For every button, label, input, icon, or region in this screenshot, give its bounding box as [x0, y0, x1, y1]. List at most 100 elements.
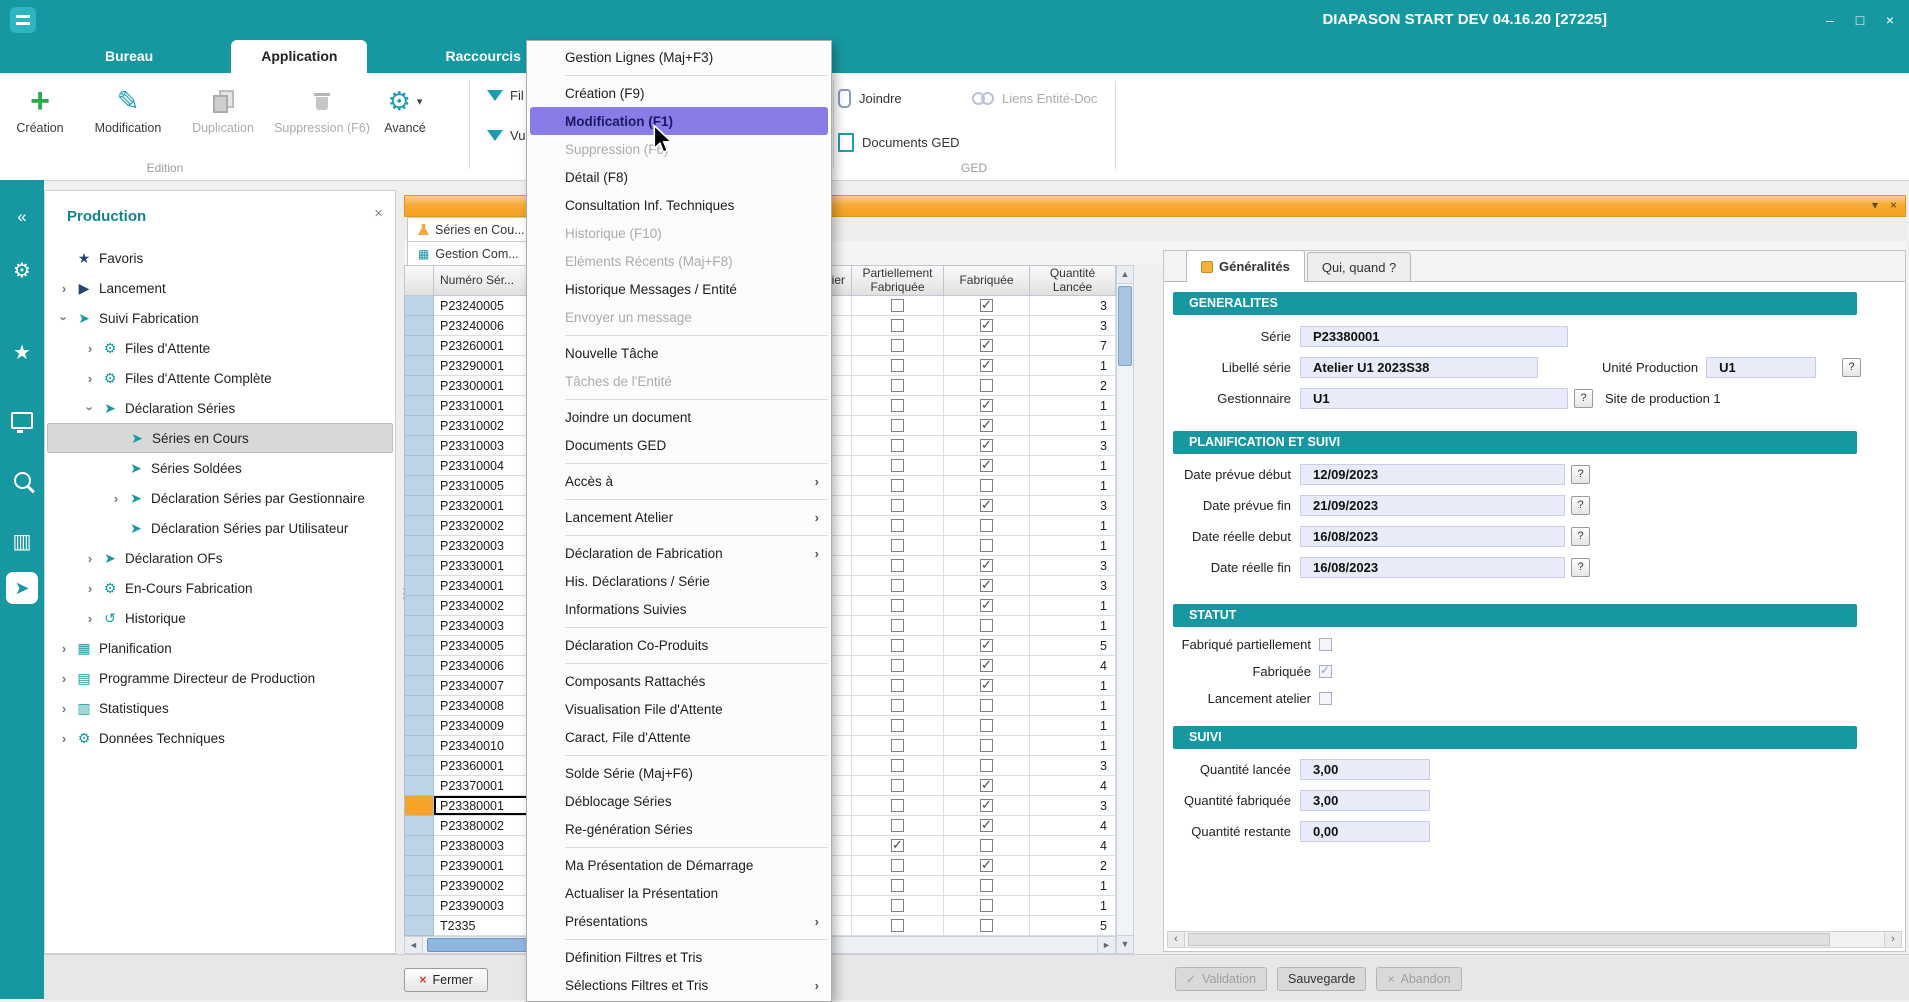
filter-button-vu[interactable]: Vu [487, 125, 525, 145]
row-selector[interactable] [404, 336, 434, 356]
cell-quantite-lancee[interactable]: 1 [1030, 876, 1116, 896]
cell-quantite-lancee[interactable]: 1 [1030, 616, 1116, 636]
fabriquee-checkbox[interactable] [980, 359, 993, 372]
fabriquee-checkbox[interactable] [980, 639, 993, 652]
chevron-right-icon[interactable]: › [55, 671, 73, 686]
tab-application[interactable]: Application [231, 40, 367, 73]
menu-item-ma-pr-sentation-de-d-marrage[interactable]: Ma Présentation de Démarrage [527, 851, 831, 879]
help-button[interactable]: ? [1574, 389, 1593, 408]
sidebar-item-s-ries-sold-es[interactable]: ➤Séries Soldées [47, 453, 393, 483]
help-button[interactable]: ? [1571, 465, 1590, 484]
menu-item-his-d-clarations-s-rie[interactable]: His. Déclarations / Série [527, 567, 831, 595]
help-button[interactable]: ? [1571, 527, 1590, 546]
partiellement-checkbox[interactable] [891, 619, 904, 632]
row-selector[interactable] [404, 836, 434, 856]
fabriquee-checkbox[interactable] [980, 599, 993, 612]
fabriquee-checkbox[interactable] [980, 499, 993, 512]
cell-quantite-lancee[interactable]: 3 [1030, 756, 1116, 776]
scroll-left-icon[interactable]: ◄ [405, 937, 423, 953]
partiellement-checkbox[interactable] [891, 599, 904, 612]
menu-item-pr-sentations[interactable]: Présentations› [527, 907, 831, 935]
tab-qui-quand[interactable]: Qui, quand ? [1307, 252, 1411, 281]
cell-quantite-lancee[interactable]: 1 [1030, 676, 1116, 696]
fabriquee-checkbox[interactable] [980, 539, 993, 552]
column-header-sel[interactable] [404, 265, 434, 296]
partiellement-checkbox[interactable] [891, 499, 904, 512]
date-field[interactable]: 16/08/2023 [1300, 557, 1565, 578]
partiellement-checkbox[interactable] [891, 719, 904, 732]
date-field[interactable]: 21/09/2023 [1300, 495, 1565, 516]
cell-quantite-lancee[interactable]: 1 [1030, 736, 1116, 756]
partiellement-checkbox[interactable] [891, 879, 904, 892]
sidebar-item-lancement[interactable]: ›▶Lancement [47, 273, 393, 303]
partiellement-checkbox[interactable] [891, 299, 904, 312]
sidebar-item-s-ries-en-cours[interactable]: ➤Séries en Cours [47, 423, 393, 453]
cell-quantite-lancee[interactable]: 1 [1030, 896, 1116, 916]
cell-quantite-lancee[interactable]: 1 [1030, 516, 1116, 536]
scroll-down-icon[interactable]: ▼ [1117, 935, 1133, 953]
partiellement-checkbox[interactable] [891, 479, 904, 492]
sidebar-item-statistiques[interactable]: ›▥Statistiques [47, 693, 393, 723]
fabriquee-checkbox[interactable] [980, 819, 993, 832]
sidebar-item-donn-es-techniques[interactable]: ›⚙Données Techniques [47, 723, 393, 753]
cell-quantite-lancee[interactable]: 3 [1030, 496, 1116, 516]
row-selector[interactable] [404, 536, 434, 556]
chevron-right-icon[interactable]: › [81, 551, 99, 566]
chevron-right-icon[interactable]: › [55, 731, 73, 746]
cell-quantite-lancee[interactable]: 3 [1030, 296, 1116, 316]
sidebar-item-files-d-attente-compl-te[interactable]: ›⚙Files d'Attente Complète [47, 363, 393, 393]
favorites-icon[interactable]: ★ [0, 332, 44, 372]
menu-item-re-g-n-ration-s-ries[interactable]: Re-génération Séries [527, 815, 831, 843]
partiellement-checkbox[interactable] [891, 419, 904, 432]
cell-quantite-lancee[interactable]: 1 [1030, 456, 1116, 476]
row-selector[interactable] [404, 636, 434, 656]
cell-quantite-lancee[interactable]: 3 [1030, 556, 1116, 576]
partiellement-checkbox[interactable] [891, 739, 904, 752]
menu-item-documents-ged[interactable]: Documents GED [527, 431, 831, 459]
sidebar-close-icon[interactable]: × [374, 205, 383, 222]
fabriquee-checkbox[interactable] [980, 479, 993, 492]
partiellement-checkbox[interactable] [891, 399, 904, 412]
cell-quantite-lancee[interactable]: 2 [1030, 376, 1116, 396]
menu-item-actualiser-la-pr-sentation[interactable]: Actualiser la Présentation [527, 879, 831, 907]
libelle-field[interactable]: Atelier U1 2023S38 [1300, 357, 1538, 378]
sidebar-item-d-claration-ofs[interactable]: ›➤Déclaration OFs [47, 543, 393, 573]
row-selector[interactable] [404, 856, 434, 876]
fabriquee-checkbox[interactable] [980, 299, 993, 312]
row-selector[interactable] [404, 496, 434, 516]
unite-production-field[interactable]: U1 [1706, 357, 1816, 378]
row-selector[interactable] [404, 576, 434, 596]
menu-item-envoyer-un-message[interactable]: Envoyer un message [527, 303, 831, 331]
row-selector[interactable] [404, 916, 434, 936]
fabriquee-checkbox[interactable] [980, 779, 993, 792]
fabriquee-checkbox[interactable] [980, 799, 993, 812]
tab-g-n-ralit-s[interactable]: Généralités [1186, 250, 1305, 282]
document-tab-s-ries-en-cou[interactable]: Séries en Cou... [407, 217, 536, 241]
cell-quantite-lancee[interactable]: 1 [1030, 396, 1116, 416]
validation-button[interactable]: ✓Validation [1175, 967, 1267, 991]
row-selector[interactable] [404, 356, 434, 376]
quantity-field[interactable]: 3,00 [1300, 759, 1430, 780]
chevron-right-icon[interactable]: › [81, 371, 99, 386]
ribbon-button-modification[interactable]: ✎Modification [80, 81, 176, 137]
quantity-field[interactable]: 3,00 [1300, 790, 1430, 811]
scroll-right-icon[interactable]: › [1884, 932, 1901, 947]
fabriquee-checkbox[interactable] [980, 619, 993, 632]
date-field[interactable]: 12/09/2023 [1300, 464, 1565, 485]
cell-quantite-lancee[interactable]: 3 [1030, 796, 1116, 816]
menu-item-s-lections-filtres-et-tris[interactable]: Sélections Filtres et Tris› [527, 971, 831, 999]
chevron-right-icon[interactable]: › [81, 581, 99, 596]
partiellement-checkbox[interactable] [891, 639, 904, 652]
fabriquee-checkbox[interactable] [980, 419, 993, 432]
row-selector[interactable] [404, 756, 434, 776]
row-selector[interactable] [404, 896, 434, 916]
menu-item-d-blocage-s-ries[interactable]: Déblocage Séries [527, 787, 831, 815]
partiellement-checkbox[interactable] [891, 819, 904, 832]
row-selector[interactable] [404, 296, 434, 316]
column-header-fab[interactable]: Fabriquée [944, 265, 1030, 296]
scroll-right-icon[interactable]: ► [1097, 937, 1115, 953]
sidebar-item-planification[interactable]: ›▦Planification [47, 633, 393, 663]
cell-quantite-lancee[interactable]: 3 [1030, 436, 1116, 456]
partiellement-checkbox[interactable] [891, 579, 904, 592]
menu-item-nouvelle-t-che[interactable]: Nouvelle Tâche [527, 339, 831, 367]
